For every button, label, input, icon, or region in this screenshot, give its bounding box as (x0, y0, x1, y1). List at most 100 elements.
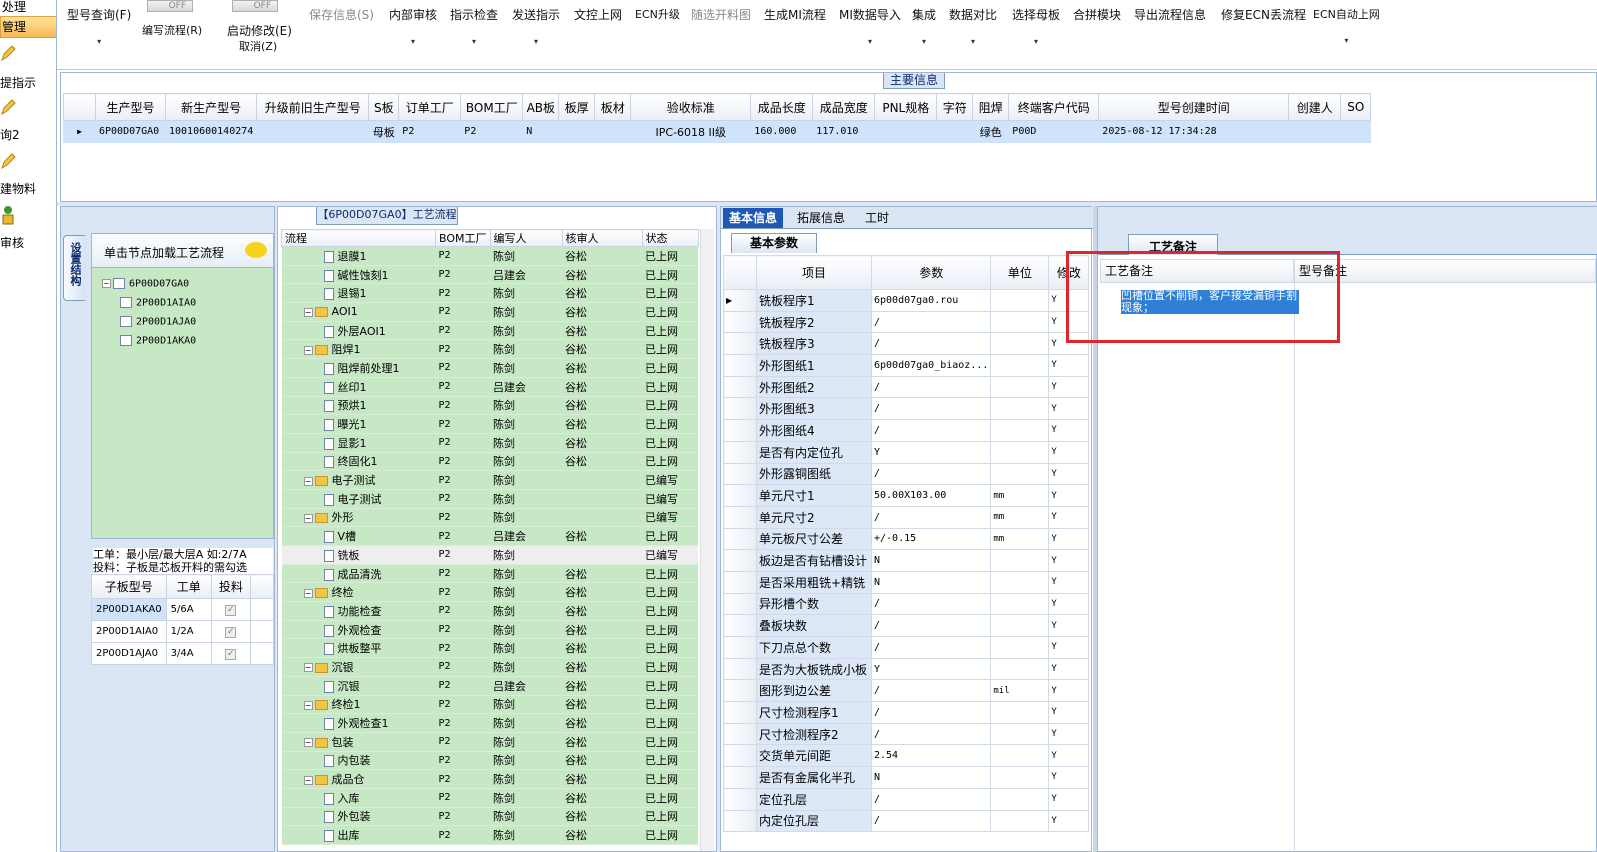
flow-writer-cell[interactable]: 陈剑 (490, 321, 563, 341)
flow-bom-cell[interactable]: P2 (435, 807, 491, 827)
flow-step-cell[interactable]: 出库 (281, 825, 436, 845)
param-unit-cell[interactable] (990, 440, 1050, 464)
flow-status-cell[interactable]: 已编写 (642, 508, 699, 528)
collapse-icon[interactable]: − (303, 476, 313, 486)
row-header[interactable] (723, 744, 757, 768)
column-header[interactable]: 创建人 (1288, 93, 1342, 121)
param-row[interactable]: 外形图纸4/ Y (723, 419, 1090, 442)
flow-status-cell[interactable]: 已上网 (642, 769, 699, 789)
flow-bom-cell[interactable]: P2 (435, 732, 491, 752)
flow-writer-cell[interactable]: 陈剑 (490, 788, 563, 808)
merge-module-button[interactable]: 合拼模块 (1073, 6, 1121, 23)
param-mod-cell[interactable]: Y (1048, 636, 1090, 659)
param-mod-cell[interactable]: Y (1048, 484, 1090, 507)
flow-status-cell[interactable]: 已上网 (642, 825, 699, 845)
flow-row[interactable]: 成品清洗 P2 陈剑 谷松 已上网 (281, 564, 699, 584)
param-row[interactable]: 异形槽个数 / Y (723, 592, 1090, 616)
cell[interactable]: P2 (398, 120, 462, 143)
flow-writer-cell[interactable]: 陈剑 (490, 433, 563, 453)
param-mod-cell[interactable]: Y (1048, 614, 1090, 637)
model-query-button[interactable]: 型号查询(F) ▾ (67, 6, 131, 46)
flow-row[interactable]: 铣板 P2 陈剑 已编写 (281, 545, 699, 565)
cell[interactable]: P2 (460, 120, 524, 143)
flow-row[interactable]: − 成品仓 P2 陈剑 谷松 已上网 (281, 769, 699, 789)
doc-upload-button[interactable]: 文控上网 (574, 6, 622, 23)
feed-checkbox[interactable]: ✓ (210, 620, 251, 643)
param-param-cell[interactable]: 6p00d07ga0_biaoz... (870, 354, 992, 377)
flow-status-cell[interactable]: 已上网 (642, 676, 699, 696)
flow-step-cell[interactable]: − 终检 (281, 582, 436, 603)
flow-step-cell[interactable]: 电子测试 (281, 489, 436, 509)
flow-step-cell[interactable]: 丝印1 (281, 377, 436, 397)
param-mod-cell[interactable]: Y (1048, 679, 1090, 703)
row-header[interactable] (723, 527, 757, 551)
row-header[interactable] (723, 419, 757, 442)
flow-bom-cell[interactable]: P2 (435, 657, 491, 677)
param-row[interactable]: 单元板尺寸公差 +/-0.15 mm Y (723, 527, 1090, 551)
flow-reviewer-cell[interactable]: 谷松 (562, 321, 643, 341)
generate-mi-flow-button[interactable]: 生成MI流程 (764, 6, 826, 23)
param-unit-cell[interactable] (990, 787, 1050, 811)
param-mod-cell[interactable]: Y (1048, 809, 1090, 833)
param-param-cell[interactable]: N (870, 549, 992, 572)
flow-reviewer-cell[interactable]: 谷松 (562, 732, 643, 752)
flow-status-cell[interactable]: 已上网 (642, 638, 699, 659)
param-param-cell[interactable]: / (870, 722, 992, 746)
flow-reviewer-cell[interactable]: 谷松 (562, 751, 643, 771)
flow-bom-cell[interactable]: P2 (435, 339, 491, 360)
flow-writer-cell[interactable]: 吕建会 (490, 526, 563, 546)
flow-row[interactable]: 退锡1 P2 陈剑 谷松 已上网 (281, 283, 699, 304)
flow-row[interactable]: 碱性蚀刻1 P2 吕建会 谷松 已上网 (281, 265, 699, 285)
flow-row[interactable]: − 终检1 P2 陈剑 谷松 已上网 (281, 695, 699, 715)
flow-writer-cell[interactable]: 陈剑 (490, 769, 563, 789)
flow-step-cell[interactable]: 入库 (281, 788, 436, 808)
cell[interactable] (1288, 120, 1342, 143)
flow-status-cell[interactable]: 已上网 (642, 732, 699, 752)
flow-step-cell[interactable]: 退膜1 (281, 246, 436, 266)
cell[interactable]: 2P00D1AIA0 (91, 620, 167, 643)
integrate-button[interactable]: 集成 ▾ (912, 6, 936, 46)
flow-status-cell[interactable]: 已上网 (642, 713, 699, 733)
param-item-cell[interactable]: 单元尺寸2 (756, 505, 872, 529)
param-unit-cell[interactable] (990, 549, 1050, 572)
feed-checkbox[interactable]: ✓ (210, 598, 251, 621)
row-header[interactable] (723, 809, 757, 833)
row-header[interactable] (723, 505, 757, 529)
row-header[interactable] (723, 636, 757, 659)
flow-writer-cell[interactable]: 陈剑 (490, 638, 563, 659)
flow-status-cell[interactable]: 已上网 (642, 564, 699, 584)
column-header[interactable]: BOM工厂 (460, 93, 524, 121)
flow-row[interactable]: 沉银 P2 吕建会 谷松 已上网 (281, 676, 699, 696)
param-item-cell[interactable]: 图形到边公差 (756, 679, 872, 703)
param-unit-cell[interactable] (990, 332, 1050, 356)
flow-step-cell[interactable]: 功能检查 (281, 601, 436, 621)
cell[interactable]: 10010600140274 (164, 120, 258, 143)
row-header[interactable] (723, 440, 757, 464)
flow-row[interactable]: V槽 P2 吕建会 谷松 已上网 (281, 526, 699, 546)
flow-writer-cell[interactable]: 陈剑 (490, 396, 563, 416)
flow-status-cell[interactable]: 已上网 (642, 321, 699, 341)
param-row[interactable]: 下刀点总个数 / Y (723, 636, 1090, 659)
flow-row[interactable]: 外观检查1 P2 陈剑 谷松 已上网 (281, 713, 699, 733)
cell[interactable]: 2025-08-12 17:34:28 (1098, 120, 1290, 143)
param-row[interactable]: 铣板程序3/Y (723, 332, 1090, 356)
flow-reviewer-cell[interactable]: 谷松 (562, 396, 643, 416)
param-unit-cell[interactable] (990, 289, 1050, 312)
flow-writer-cell[interactable]: 陈剑 (490, 732, 563, 752)
param-item-cell[interactable]: 外形图纸2 (756, 375, 872, 399)
flow-status-cell[interactable]: 已上网 (642, 657, 699, 677)
param-row[interactable]: 外形图纸3/ Y (723, 397, 1090, 421)
flow-writer-cell[interactable]: 吕建会 (490, 377, 563, 397)
flow-status-cell[interactable]: 已上网 (642, 433, 699, 453)
param-item-cell[interactable]: 外形图纸4 (756, 419, 872, 442)
send-indication-button[interactable]: 发送指示 ▾ (512, 6, 560, 46)
param-unit-cell[interactable] (990, 614, 1050, 637)
flow-writer-cell[interactable]: 陈剑 (490, 825, 563, 845)
save-info-button[interactable]: 保存信息(S) (309, 6, 374, 23)
row-header[interactable] (723, 462, 757, 486)
param-unit-cell[interactable] (990, 766, 1050, 789)
param-param-cell[interactable]: / (870, 679, 992, 703)
param-param-cell[interactable]: 6p00d07ga0.rou (870, 289, 992, 312)
flow-reviewer-cell[interactable]: 谷松 (562, 358, 643, 378)
row-header[interactable] (723, 397, 757, 421)
